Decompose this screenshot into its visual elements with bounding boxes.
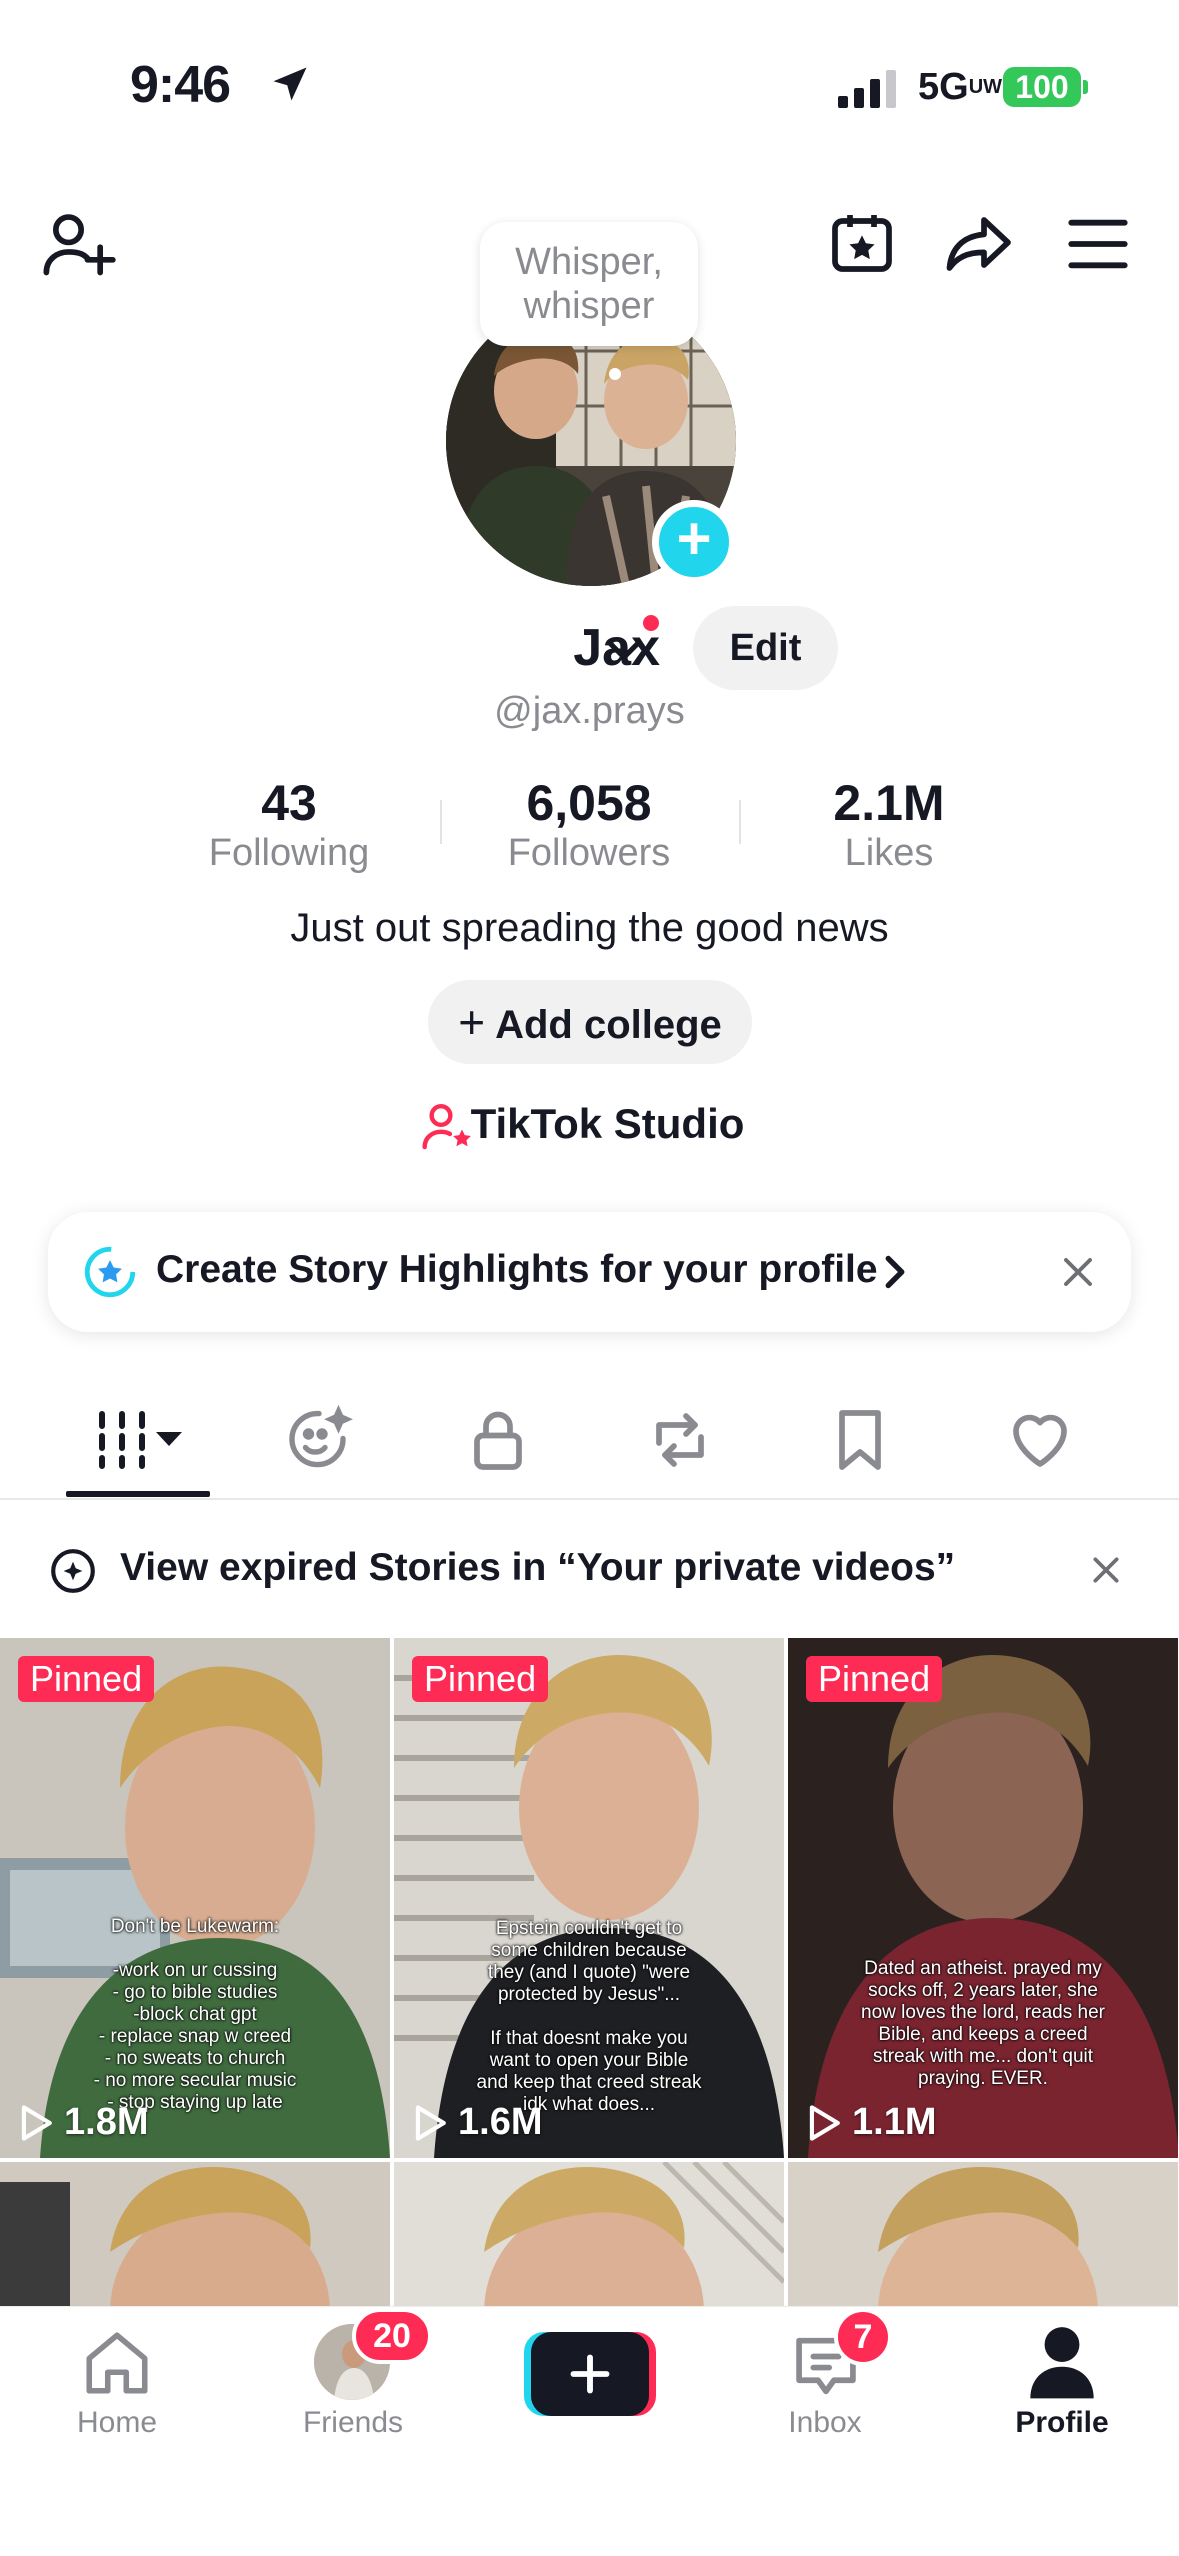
view-count: 1.8M [18,2101,148,2144]
inbox-badge: 7 [834,2308,892,2366]
location-arrow-icon [273,67,307,101]
plus-icon: + [458,996,486,1048]
video-thumbnail [394,2162,784,2308]
tab-videos[interactable] [90,1404,190,1476]
note-bubble-tail [609,368,621,380]
close-icon[interactable] [1060,1254,1096,1290]
video-caption: Don't be Lukewarm: -work on ur cussing -… [93,1916,297,2113]
tab-private-lock-icon[interactable] [462,1404,534,1476]
video-caption: Epstein couldn't get to some children be… [476,1918,702,2115]
active-tab-indicator [66,1491,210,1497]
add-college-button[interactable]: + Add college [428,980,752,1064]
nav-home[interactable]: Home [17,2406,217,2440]
video-tile[interactable] [394,2162,784,2308]
view-count: 1.1M [806,2101,936,2144]
highlights-text: Create Story Highlights for your profile [156,1248,878,1291]
pinned-badge: Pinned [806,1656,943,1702]
tab-bookmark-icon[interactable] [824,1404,896,1476]
followers-count[interactable]: 6,058 [439,774,739,832]
plus-icon [570,2354,610,2394]
tab-repost-icon[interactable] [644,1404,716,1476]
likes-label[interactable]: Likes [739,832,1039,875]
following-label[interactable]: Following [139,832,439,875]
share-icon[interactable] [942,208,1014,280]
profile-bio: Just out spreading the good news [290,906,889,950]
friends-badge: 20 [352,2308,432,2364]
battery-indicator: 100 [1003,67,1081,107]
tiktok-studio-link[interactable]: TikTok Studio [18,1100,1179,1148]
video-caption: Dated an atheist. prayed my socks off, 2… [861,1958,1105,2089]
nav-friends[interactable]: Friends [253,2406,453,2440]
story-plus-icon [51,1549,95,1593]
chevron-down-icon[interactable] [602,630,646,670]
tab-liked-heart-icon[interactable] [1004,1404,1076,1476]
chevron-right-icon [885,1255,905,1289]
videos-grid-icon [99,1411,182,1469]
add-friend-icon[interactable] [40,206,116,282]
close-icon[interactable] [1090,1554,1122,1586]
expired-stories-banner[interactable]: View expired Stories in “Your private vi… [120,1546,955,1590]
video-tile[interactable] [0,2162,390,2308]
network-indicator: 5GUW [918,66,1003,108]
video-thumbnail [0,2162,390,2308]
play-icon [809,2104,840,2141]
pinned-badge: Pinned [18,1656,155,1702]
home-icon[interactable] [80,2326,154,2400]
menu-icon[interactable] [1066,214,1130,274]
nav-profile[interactable]: Profile [962,2406,1162,2440]
status-time: 9:46 [130,56,231,114]
play-icon [415,2104,446,2141]
create-button[interactable] [524,2332,656,2416]
edit-profile-button[interactable]: Edit [693,606,838,690]
video-thumbnail [788,2162,1178,2308]
video-tile[interactable]: Pinned Dated an atheist. prayed my socks… [788,1638,1178,2158]
play-icon [21,2104,52,2141]
add-college-label: Add college [495,1003,722,1047]
likes-count[interactable]: 2.1M [739,774,1039,832]
tab-divider [0,1498,1179,1500]
calendar-star-icon[interactable] [826,206,898,278]
tab-reposts-face-icon[interactable] [282,1404,356,1476]
star-badge-icon [84,1246,136,1298]
video-tile[interactable]: Pinned Epstein couldn't get to some chil… [394,1638,784,2158]
username-handle: @jax.prays [494,690,685,732]
pinned-badge: Pinned [412,1656,549,1702]
profile-name[interactable]: Jax [0,618,660,678]
view-count: 1.6M [412,2101,542,2144]
add-story-button[interactable]: + [652,500,736,584]
video-tile[interactable]: Pinned Don't be Lukewarm: -work on ur cu… [0,1638,390,2158]
notification-dot [640,612,662,634]
battery-tip [1083,80,1088,94]
profile-icon[interactable] [1024,2322,1100,2402]
signal-icon [838,70,896,108]
followers-label[interactable]: Followers [439,832,739,875]
video-tile[interactable] [788,2162,1178,2308]
note-bubble[interactable]: Whisper, whisper [480,222,698,346]
nav-inbox[interactable]: Inbox [725,2406,925,2440]
following-count[interactable]: 43 [139,774,439,832]
